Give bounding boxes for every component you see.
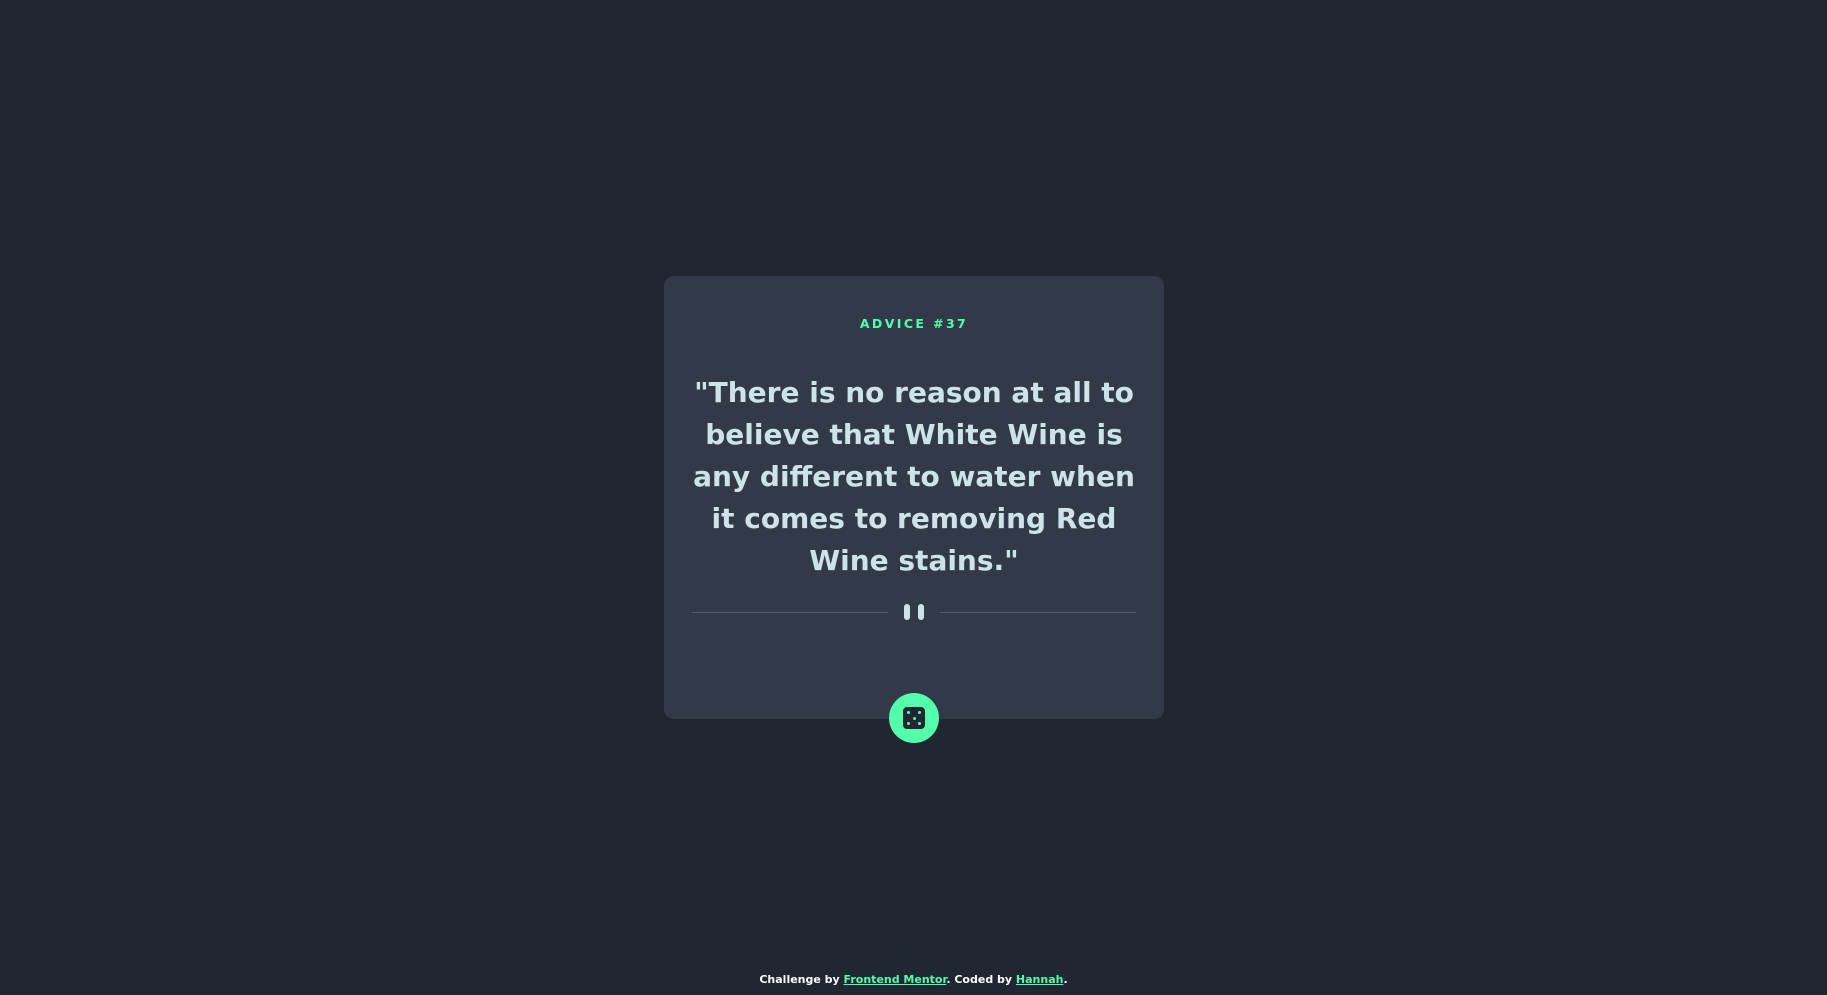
author-link[interactable]: Hannah: [1016, 973, 1064, 986]
quote-container: "There is no reason at all to believe th…: [688, 372, 1140, 582]
attribution-prefix: Challenge by: [759, 973, 844, 986]
pause-icon: [903, 604, 925, 622]
divider: [692, 603, 1136, 623]
attribution: Challenge by Frontend Mentor. Coded by H…: [0, 973, 1827, 987]
divider-line-left: [692, 612, 888, 613]
divider-line-right: [940, 612, 1136, 613]
advice-quote: "There is no reason at all to believe th…: [693, 376, 1135, 577]
attribution-suffix: .: [1063, 973, 1068, 986]
frontend-mentor-link[interactable]: Frontend Mentor: [844, 973, 947, 986]
advice-number: ADVICE #37: [859, 316, 969, 331]
advice-card: ADVICE #37 "There is no reason at all to…: [664, 276, 1164, 719]
attribution-middle: . Coded by: [946, 973, 1016, 986]
dice-icon: [903, 707, 925, 729]
page: ADVICE #37 "There is no reason at all to…: [0, 0, 1827, 995]
new-advice-button[interactable]: [889, 693, 939, 743]
